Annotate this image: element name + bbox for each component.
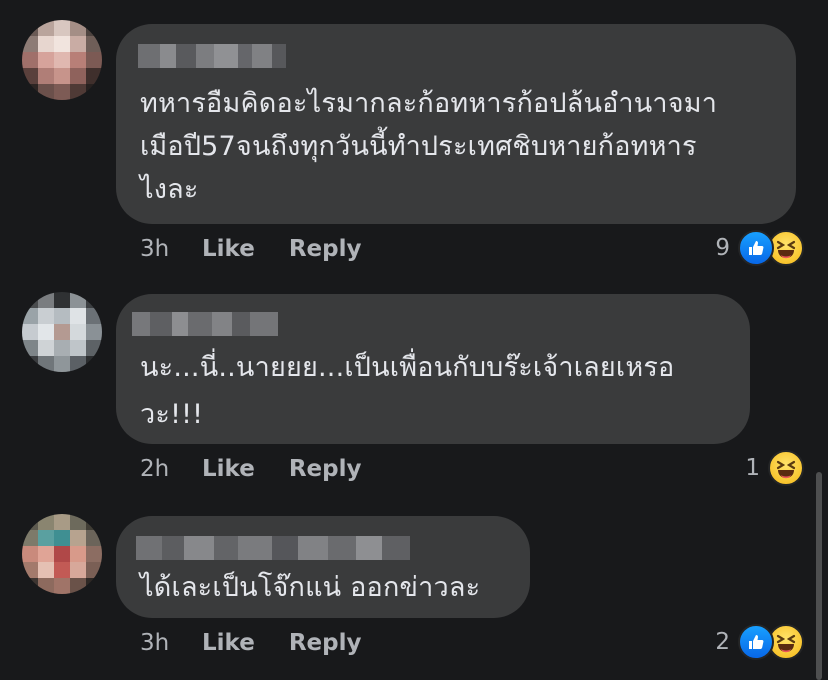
reaction-summary[interactable]: 2 — [715, 622, 804, 662]
avatar[interactable] — [22, 20, 102, 100]
comment-thread: ทหารอืมคิดอะไรมากละก้อทหารก้อปล้นอำนาจมา… — [0, 0, 828, 680]
reply-button[interactable]: Reply — [289, 236, 362, 262]
author-name-blurred[interactable] — [136, 536, 410, 560]
comment-text-line: วะ!!! — [140, 399, 204, 430]
reply-button[interactable]: Reply — [289, 456, 362, 482]
reaction-count: 9 — [715, 235, 730, 261]
comment-meta: 3h Like Reply — [140, 229, 395, 269]
reaction-summary[interactable]: 9 — [715, 228, 804, 268]
comment-text-line: ได้เละเป็นโจ๊กแน่ ออกข่าวละ — [140, 572, 481, 603]
like-icon — [738, 624, 774, 660]
comment-text-line: เมือปี57จนถึงทุกวันนี้ทำประเทศชิบหายก้อท… — [140, 131, 697, 162]
avatar[interactable] — [22, 514, 102, 594]
comment-bubble: ทหารอืมคิดอะไรมากละก้อทหารก้อปล้นอำนาจมา… — [116, 24, 796, 224]
reaction-count: 1 — [745, 455, 760, 481]
comment-text-line: นะ...นี่..นายยย...เป็นเพื่อนกับบร๊ะเจ้าเ… — [140, 352, 675, 383]
like-button[interactable]: Like — [202, 456, 255, 482]
author-name-blurred[interactable] — [132, 312, 278, 336]
haha-icon — [768, 450, 804, 486]
like-icon — [738, 230, 774, 266]
timestamp[interactable]: 3h — [140, 630, 202, 656]
reaction-count: 2 — [715, 629, 730, 655]
timestamp[interactable]: 3h — [140, 236, 202, 262]
reaction-summary[interactable]: 1 — [745, 448, 804, 488]
comment-meta: 3h Like Reply — [140, 623, 395, 663]
comment-meta: 2h Like Reply — [140, 449, 395, 489]
comment-text-line: ไงละ — [140, 174, 199, 205]
comment-bubble: ได้เละเป็นโจ๊กแน่ ออกข่าวละ — [116, 516, 530, 618]
reply-button[interactable]: Reply — [289, 630, 362, 656]
avatar[interactable] — [22, 292, 102, 372]
like-button[interactable]: Like — [202, 236, 255, 262]
timestamp[interactable]: 2h — [140, 456, 202, 482]
author-name-blurred[interactable] — [138, 44, 286, 68]
like-button[interactable]: Like — [202, 630, 255, 656]
comment-bubble: นะ...นี่..นายยย...เป็นเพื่อนกับบร๊ะเจ้าเ… — [116, 294, 750, 444]
comment-text-line: ทหารอืมคิดอะไรมากละก้อทหารก้อปล้นอำนาจมา — [140, 88, 718, 119]
scrollbar[interactable] — [816, 472, 822, 680]
